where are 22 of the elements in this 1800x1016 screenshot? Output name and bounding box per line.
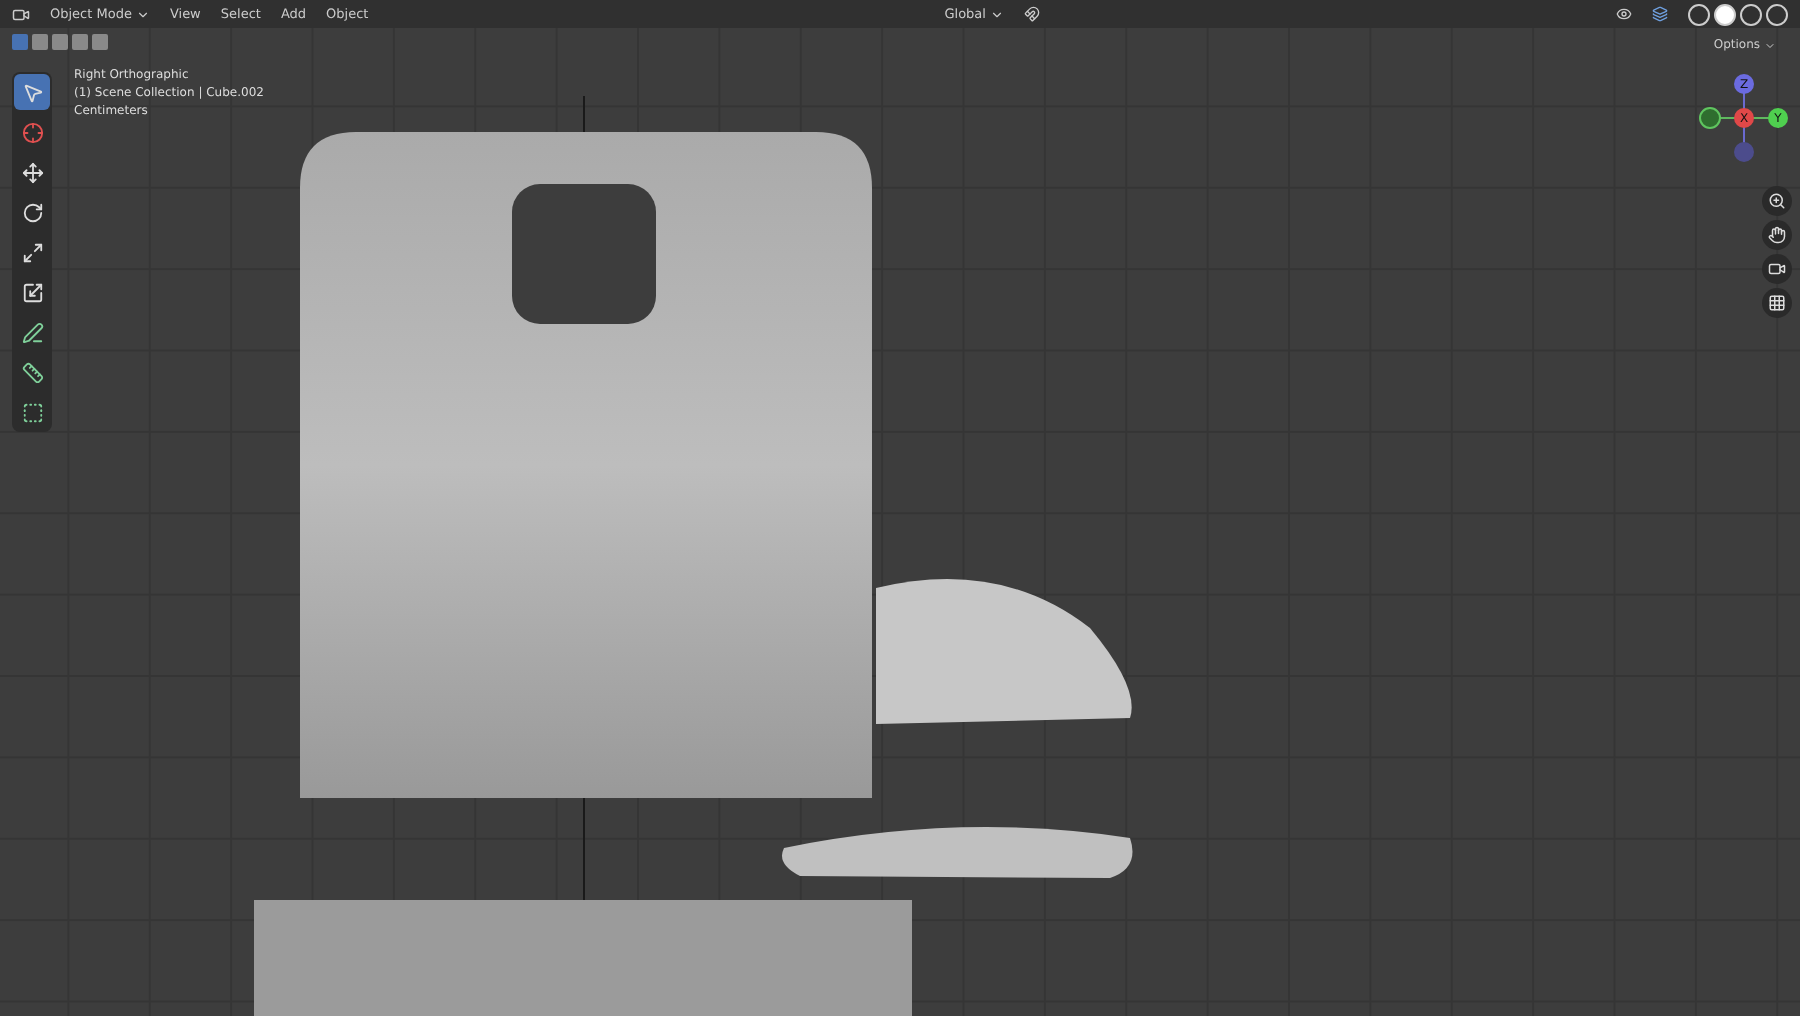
- shading-toggle[interactable]: [1714, 3, 1736, 25]
- select-box-icon[interactable]: [14, 74, 50, 110]
- grid-icon[interactable]: [1762, 288, 1792, 318]
- shading-toggle[interactable]: [1740, 3, 1762, 25]
- hand-icon[interactable]: [1762, 220, 1792, 250]
- select-mode-toggle[interactable]: [52, 34, 68, 50]
- layers-icon[interactable]: [1652, 6, 1668, 22]
- zoom-icon[interactable]: [1762, 186, 1792, 216]
- select-mode-toggle[interactable]: [72, 34, 88, 50]
- select-mode-toggle[interactable]: [32, 34, 48, 50]
- chevron-down-icon: [989, 7, 1004, 21]
- chevron-down-icon: [135, 7, 150, 21]
- magnet-icon[interactable]: [1023, 6, 1040, 22]
- camera-icon[interactable]: [12, 5, 30, 23]
- camera-icon[interactable]: [1762, 254, 1792, 284]
- select-mode-toggle[interactable]: [12, 34, 28, 50]
- eye-icon[interactable]: [1616, 6, 1632, 22]
- shading-toggle[interactable]: [1688, 3, 1710, 25]
- axis-gizmo-drawing[interactable]: [1699, 74, 1788, 162]
- shading-toggle[interactable]: [1766, 3, 1788, 25]
- chevron-down-icon: [1764, 39, 1776, 51]
- select-mode-toggle[interactable]: [92, 34, 108, 50]
